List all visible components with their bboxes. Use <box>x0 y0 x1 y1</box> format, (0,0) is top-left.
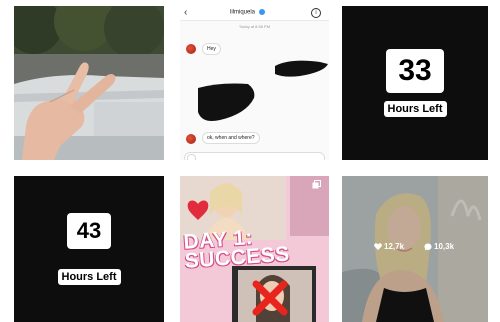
dm-timestamp: Today at 8:56 PM <box>238 24 271 29</box>
post-countdown-43[interactable]: 43 Hours Left <box>14 176 164 322</box>
verified-badge-icon <box>258 9 265 15</box>
dm-username: lilmiquela <box>230 9 265 16</box>
dm-username-text: lilmiquela <box>230 9 256 16</box>
countdown-label: Hours Left <box>57 269 121 285</box>
post-countdown-33[interactable]: 33 Hours Left <box>342 6 488 160</box>
info-icon: i <box>311 8 321 18</box>
comments-count: 10,3k <box>434 242 455 251</box>
multiple-images-icon <box>312 180 321 189</box>
countdown-number: 33 <box>386 49 444 93</box>
comment-icon <box>424 243 432 250</box>
likes-count: 12,7k <box>384 242 405 251</box>
post-dm-screenshot[interactable]: ‹ lilmiquela i Today at 8:56 PM Hey ok, … <box>180 6 329 160</box>
peace-sign-photo <box>14 6 164 160</box>
countdown-number: 43 <box>67 213 111 249</box>
countdown-content: 33 Hours Left <box>342 49 488 117</box>
post-day-one-success[interactable]: DAY 1: SUCCESS <box>180 176 329 322</box>
avatar <box>186 134 196 144</box>
likes-stat: 12,7k <box>374 242 404 251</box>
dm-header: ‹ lilmiquela i <box>180 6 329 21</box>
avatar <box>186 44 196 54</box>
post-peace-sign-photo[interactable] <box>14 6 164 160</box>
dm-message-bubble: ok, when and where? <box>202 132 260 144</box>
camera-icon <box>187 154 196 160</box>
portrait-photo <box>342 176 488 322</box>
redacted-messages <box>198 60 328 121</box>
post-portrait-hover[interactable]: 12,7k 10,3k <box>342 176 488 322</box>
countdown-content: 43 Hours Left <box>14 213 164 285</box>
dm-message-input <box>184 152 325 160</box>
countdown-label: Hours Left <box>383 101 447 117</box>
comments-stat: 10,3k <box>424 242 454 251</box>
chevron-left-icon: ‹ <box>184 7 188 18</box>
heart-icon <box>374 243 382 250</box>
